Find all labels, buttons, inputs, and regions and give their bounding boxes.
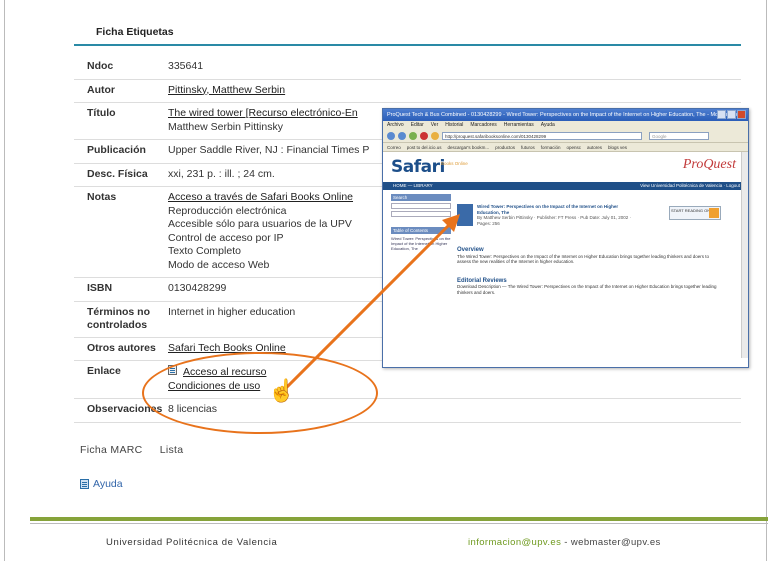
- ayuda-link[interactable]: Ayuda: [80, 478, 123, 490]
- browser-menu-item[interactable]: Archivo: [387, 122, 404, 128]
- bookmark-item[interactable]: productos: [495, 145, 515, 150]
- start-reading-button[interactable]: START READING ONLINE: [669, 206, 721, 220]
- browser-window-overlay: ProQuest Tech & Bus Combined - 013042829…: [382, 108, 749, 368]
- hand-cursor-icon: ☝: [268, 378, 296, 403]
- document-icon: [80, 479, 89, 489]
- ayuda-label: Ayuda: [93, 478, 123, 490]
- ficha-divider: [74, 44, 741, 46]
- safari-nav: HOME — LIBRARY View Universidad Politécn…: [383, 182, 748, 190]
- browser-menu-bar: Archivo Editar Ver Historial Marcadores Herra…: [383, 121, 748, 130]
- record-row: Autor Pittinsky, Matthew Serbin: [74, 80, 741, 103]
- browser-menu-item[interactable]: Editar: [411, 122, 424, 128]
- bookmark-item[interactable]: autores: [587, 145, 602, 150]
- safari-toc-text[interactable]: Wired Tower: Perspectives on the Impact …: [391, 236, 451, 251]
- close-icon[interactable]: [737, 110, 746, 119]
- ficha-title: Ficha Etiquetas: [96, 26, 174, 38]
- arrow-right-icon: [709, 208, 719, 218]
- record-key: Términos no controlados: [87, 305, 151, 331]
- footer-university: Universidad Politécnica de Valencia: [106, 537, 278, 548]
- bookmark-item[interactable]: descargar's bookm...: [448, 145, 490, 150]
- reload-icon[interactable]: [409, 132, 417, 140]
- safari-header: Safari Books Online ProQuest: [383, 152, 748, 180]
- record-key: Publicación: [87, 144, 146, 156]
- record-value-link[interactable]: Pittinsky, Matthew Serbin: [168, 84, 285, 96]
- record-value-line: 335641: [168, 60, 204, 72]
- safari-sidebar: Search Table of Contents Wired Tower: Pe…: [391, 194, 451, 358]
- annotation-ellipse: [142, 352, 378, 434]
- record-key: Otros autores: [87, 341, 156, 354]
- bookmark-item[interactable]: futuros: [521, 145, 535, 150]
- browser-nav-bar: http://proquest.safaribooksonline.com/01…: [383, 130, 748, 143]
- record-value: 335641: [168, 60, 741, 74]
- browser-menu-item[interactable]: Ver: [431, 122, 439, 128]
- bottom-links: Ficha MARC Lista: [80, 444, 197, 456]
- record-value-link[interactable]: Acceso a través de Safari Books Online: [168, 191, 353, 203]
- safari-toc-head: Table of Contents: [391, 227, 451, 234]
- browser-title-bar: ProQuest Tech & Bus Combined - 013042829…: [383, 109, 748, 121]
- safari-logo-sub: Books Online: [441, 161, 468, 166]
- window-buttons: [717, 110, 746, 119]
- record-key: Título: [87, 107, 116, 119]
- footer-separator: -: [561, 537, 571, 548]
- record-row: Ndoc 335641: [74, 56, 741, 80]
- overview-text: The Wired Tower: Perspectives on the Imp…: [457, 253, 710, 265]
- record-value-link[interactable]: The wired tower [Recurso electrónico-En: [168, 107, 358, 119]
- footer-bar: [30, 517, 768, 521]
- record-key: Autor: [87, 83, 115, 96]
- back-icon[interactable]: [387, 132, 395, 140]
- stop-icon[interactable]: [420, 132, 428, 140]
- lista-link[interactable]: Lista: [160, 444, 184, 456]
- browser-search-field[interactable]: Google: [649, 132, 709, 140]
- maximize-icon[interactable]: [727, 110, 736, 119]
- info-email-link[interactable]: informacion@upv.es: [468, 537, 561, 548]
- browser-menu-item[interactable]: Ayuda: [541, 122, 555, 128]
- browser-title: ProQuest Tech & Bus Combined - 013042829…: [387, 112, 746, 118]
- browser-page: Safari Books Online ProQuest HOME — LIBR…: [383, 152, 748, 358]
- footer-divider: [30, 523, 768, 524]
- record-value: Pittinsky, Matthew Serbin: [168, 84, 741, 98]
- safari-search-head: Search: [391, 194, 451, 201]
- forward-icon[interactable]: [398, 132, 406, 140]
- bookmark-item[interactable]: formación: [541, 145, 561, 150]
- bookmark-item[interactable]: Correo: [387, 145, 401, 150]
- browser-bookmarks-bar: Correo post to del.icio.us descargar's boo…: [383, 143, 748, 152]
- bookmark-item[interactable]: post to del.icio.us: [407, 145, 442, 150]
- safari-nav-right[interactable]: View Universidad Politécnica de Valencia…: [640, 182, 740, 190]
- footer-contact: informacion@upv.es - webmaster@upv.es: [468, 537, 661, 548]
- browser-scrollbar[interactable]: [741, 152, 748, 358]
- browser-menu-item[interactable]: Herramientas: [504, 122, 534, 128]
- minimize-icon[interactable]: [717, 110, 726, 119]
- bookmark-item[interactable]: blogs ves: [608, 145, 627, 150]
- book-meta: By Matthew Serbin Pittinsky · Publisher:…: [477, 215, 631, 226]
- record-key: Notas: [87, 191, 117, 203]
- safari-nav-left[interactable]: HOME — LIBRARY: [393, 183, 433, 188]
- safari-search-select[interactable]: [391, 203, 451, 209]
- safari-logo: Safari: [391, 157, 445, 177]
- browser-menu-item[interactable]: Marcadores: [470, 122, 496, 128]
- safari-search-input[interactable]: [391, 211, 451, 217]
- book-cover: [457, 204, 473, 226]
- browser-menu-item[interactable]: Historial: [445, 122, 463, 128]
- reviews-text: Download Description — The Wired Tower: …: [457, 284, 717, 295]
- safari-main: Wired Tower: Perspectives on the Impact …: [457, 194, 727, 358]
- webmaster-email-link[interactable]: webmaster@upv.es: [571, 537, 661, 548]
- record-key: Ndoc: [87, 60, 114, 72]
- browser-url-field[interactable]: http://proquest.safaribooksonline.com/01…: [442, 132, 642, 140]
- record-key: ISBN: [87, 282, 113, 294]
- ficha-marc-link[interactable]: Ficha MARC: [80, 444, 143, 456]
- home-icon[interactable]: [431, 132, 439, 140]
- book-title: Wired Tower: Perspectives on the Impact …: [477, 204, 619, 215]
- record-key: Desc. Física: [87, 167, 148, 180]
- proquest-logo: ProQuest: [682, 157, 736, 172]
- bookmark-item[interactable]: opensc: [566, 145, 581, 150]
